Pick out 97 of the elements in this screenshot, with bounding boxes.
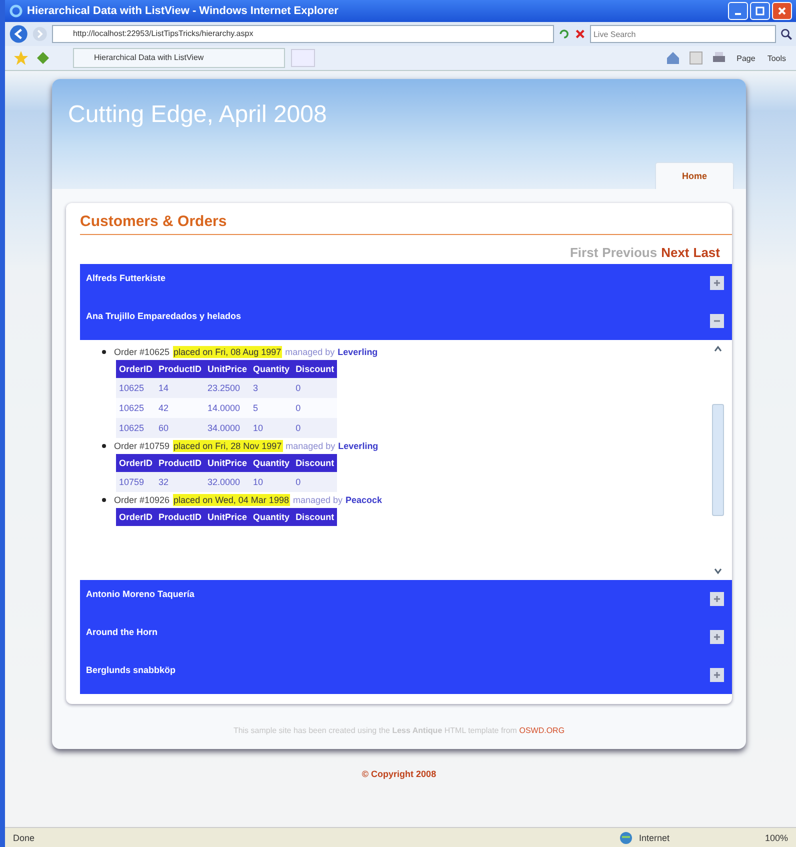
column-header: Quantity bbox=[250, 508, 293, 526]
order-number: Order #10926 bbox=[114, 495, 170, 505]
back-icon[interactable] bbox=[9, 23, 28, 45]
maximize-button[interactable] bbox=[750, 2, 770, 20]
column-header: ProductID bbox=[156, 360, 205, 378]
customer-row[interactable]: Around the Horn bbox=[80, 618, 732, 656]
managed-label: managed by bbox=[286, 441, 336, 451]
managed-label: managed by bbox=[285, 347, 335, 357]
expand-icon[interactable] bbox=[710, 592, 724, 606]
credit-link[interactable]: OSWD.ORG bbox=[519, 726, 565, 735]
table-cell: 3 bbox=[250, 378, 293, 398]
browser-logo-icon bbox=[9, 4, 23, 18]
customer-row[interactable]: Antonio Moreno Taquería bbox=[80, 580, 732, 618]
column-header: Quantity bbox=[250, 360, 293, 378]
column-header: UnitPrice bbox=[204, 508, 250, 526]
column-header: Discount bbox=[292, 508, 338, 526]
expand-icon[interactable] bbox=[710, 668, 724, 682]
star-icon[interactable] bbox=[13, 50, 29, 66]
column-header: ProductID bbox=[156, 508, 205, 526]
customer-name: Antonio Moreno Taquería bbox=[86, 589, 194, 599]
employee-name: Peacock bbox=[346, 495, 382, 505]
scroll-down-icon[interactable] bbox=[713, 566, 723, 576]
scroll-up-icon[interactable] bbox=[713, 344, 723, 354]
table-cell: 14.0000 bbox=[204, 398, 250, 418]
close-icon bbox=[777, 6, 787, 16]
order-number: Order #10759 bbox=[114, 441, 170, 451]
close-button[interactable] bbox=[772, 2, 792, 20]
column-header: Discount bbox=[292, 360, 338, 378]
column-header: UnitPrice bbox=[204, 360, 250, 378]
customer-name: Berglunds snabbköp bbox=[86, 665, 176, 675]
zone-text: Internet bbox=[638, 832, 670, 842]
customer-name: Around the Horn bbox=[86, 627, 158, 637]
table-cell: 0 bbox=[292, 398, 338, 418]
table-cell: 10 bbox=[250, 472, 293, 492]
table-cell: 10625 bbox=[116, 378, 156, 398]
maximize-icon bbox=[755, 6, 765, 16]
table-cell: 10759 bbox=[116, 472, 156, 492]
expand-icon[interactable] bbox=[710, 630, 724, 644]
table-cell: 0 bbox=[292, 472, 338, 492]
home-icon[interactable] bbox=[664, 50, 681, 66]
minimize-icon bbox=[735, 13, 741, 15]
table-cell: 10625 bbox=[116, 418, 156, 438]
customer-row[interactable]: Ana Trujillo Emparedados y helados bbox=[80, 302, 732, 340]
globe-icon bbox=[618, 830, 633, 844]
column-header: UnitPrice bbox=[204, 454, 250, 472]
table-cell: 23.2500 bbox=[204, 378, 250, 398]
address-field[interactable]: http://localhost:22953/ListTipsTricks/hierarchy.aspx bbox=[52, 25, 554, 43]
customer-name: Ana Trujillo Emparedados y helados bbox=[86, 311, 242, 321]
tools-menu[interactable]: Tools bbox=[765, 54, 788, 62]
table-cell: 0 bbox=[292, 418, 338, 438]
table-cell: 60 bbox=[156, 418, 205, 438]
collapse-icon[interactable] bbox=[710, 314, 724, 328]
browser-tab[interactable]: Hierarchical Data with ListView bbox=[73, 48, 285, 68]
window-title: Hierarchical Data with ListView - Windows Internet Explorer bbox=[27, 5, 338, 17]
table-cell: 32 bbox=[156, 472, 205, 492]
bullet-icon bbox=[102, 350, 106, 354]
column-header: OrderID bbox=[116, 454, 156, 472]
search-icon[interactable] bbox=[780, 27, 792, 41]
managed-label: managed by bbox=[292, 495, 343, 505]
minimize-button[interactable] bbox=[728, 2, 748, 20]
table-cell: 10 bbox=[250, 418, 293, 438]
copyright-text: © Copyright 2008 bbox=[360, 769, 438, 779]
expand-icon[interactable] bbox=[710, 276, 724, 290]
employee-name: Leverling bbox=[338, 441, 378, 451]
bullet-icon bbox=[102, 444, 106, 448]
status-text: Done bbox=[13, 832, 35, 842]
table-cell: 5 bbox=[250, 398, 293, 418]
page-menu[interactable]: Page bbox=[734, 54, 758, 62]
order-number: Order #10625 bbox=[114, 347, 170, 357]
column-header: OrderID bbox=[116, 508, 156, 526]
column-header: ProductID bbox=[156, 454, 205, 472]
order-date: placed on Wed, 04 Mar 1998 bbox=[172, 494, 290, 506]
column-header: Discount bbox=[292, 454, 338, 472]
employee-name: Leverling bbox=[338, 347, 378, 357]
customer-row[interactable]: Alfreds Futterkiste bbox=[80, 264, 732, 302]
customer-row[interactable]: Berglunds snabbköp bbox=[80, 656, 732, 694]
search-field[interactable]: Live Search bbox=[590, 25, 776, 43]
table-cell: 10625 bbox=[116, 398, 156, 418]
table-cell: 42 bbox=[156, 398, 205, 418]
bullet-icon bbox=[102, 498, 106, 502]
refresh-icon[interactable] bbox=[558, 27, 570, 41]
table-cell: 32.0000 bbox=[204, 472, 250, 492]
nav-tab[interactable]: Home bbox=[654, 162, 734, 189]
section-heading: Customers & Orders bbox=[80, 213, 732, 235]
table-cell: 0 bbox=[292, 378, 338, 398]
stop-icon[interactable] bbox=[574, 27, 586, 41]
zoom-level[interactable]: 100% bbox=[764, 832, 788, 842]
pager-link[interactable]: Next bbox=[661, 245, 690, 260]
table-cell: 14 bbox=[156, 378, 205, 398]
column-header: OrderID bbox=[116, 360, 156, 378]
column-header: Quantity bbox=[250, 454, 293, 472]
order-date: placed on Fri, 28 Nov 1997 bbox=[172, 440, 283, 452]
customer-name: Alfreds Futterkiste bbox=[86, 273, 166, 283]
order-date: placed on Fri, 08 Aug 1997 bbox=[172, 346, 282, 358]
table-cell: 34.0000 bbox=[204, 418, 250, 438]
pager-link[interactable]: Last bbox=[693, 245, 720, 260]
site-title: Cutting Edge, April 2008 bbox=[67, 100, 328, 129]
